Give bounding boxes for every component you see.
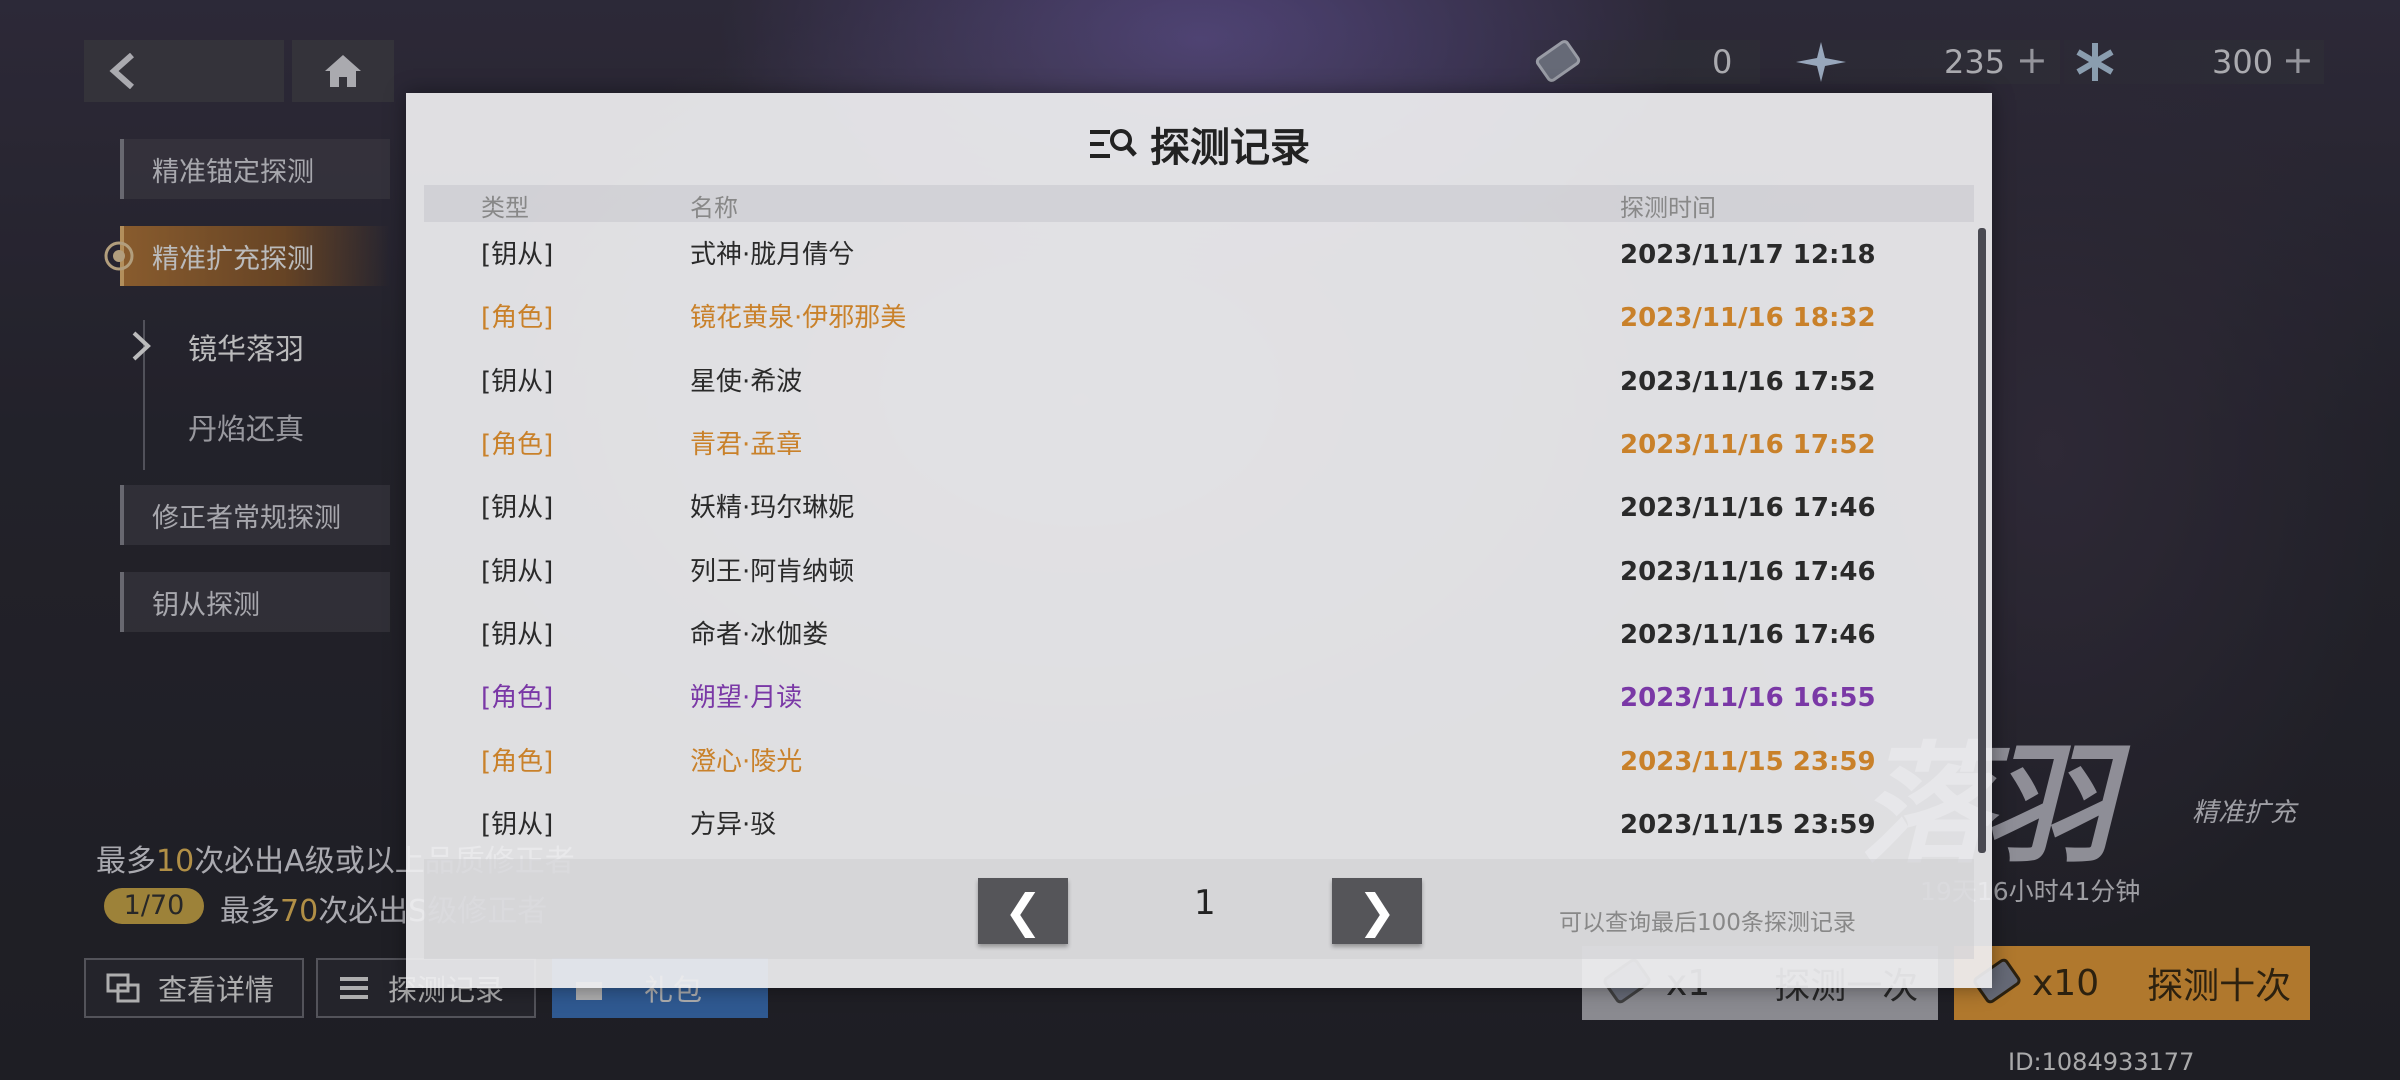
row-name: 星使·希波 xyxy=(690,367,803,397)
row-time: 2023/11/15 23:59 xyxy=(1620,810,1876,840)
row-time: 2023/11/16 17:52 xyxy=(1620,367,1876,397)
row-type: [角色] xyxy=(481,303,554,333)
column-type: 类型 xyxy=(481,194,529,222)
table-row: [钥从] 方异·驳 2023/11/15 23:59 xyxy=(406,794,1966,857)
row-type: [钥从] xyxy=(481,557,554,587)
table-header: 类型 名称 探测时间 xyxy=(424,185,1974,222)
table-row: [钥从] 列王·阿肯纳顿 2023/11/16 17:46 xyxy=(406,541,1966,604)
table-row: [钥从] 星使·希波 2023/11/16 17:52 xyxy=(406,351,1966,414)
next-page-button[interactable]: ❯ xyxy=(1332,878,1422,944)
row-name: 式神·胧月倩兮 xyxy=(690,240,855,270)
row-time: 2023/11/16 16:55 xyxy=(1620,683,1876,713)
row-type: [钥从] xyxy=(481,810,554,840)
row-type: [角色] xyxy=(481,747,554,777)
table-row: [角色] 青君·孟章 2023/11/16 17:52 xyxy=(406,414,1966,477)
records-limit-note: 可以查询最后100条探测记录 xyxy=(1559,910,1856,936)
row-name: 澄心·陵光 xyxy=(690,747,803,777)
row-time: 2023/11/16 17:46 xyxy=(1620,557,1876,587)
row-name: 列王·阿肯纳顿 xyxy=(690,557,855,587)
table-row: [钥从] 命者·冰伽娄 2023/11/16 17:46 xyxy=(406,604,1966,667)
table-row: [钥从] 式神·胧月倩兮 2023/11/17 12:18 xyxy=(406,224,1966,287)
prev-page-button[interactable]: ❮ xyxy=(978,878,1068,944)
row-time: 2023/11/17 12:18 xyxy=(1620,240,1876,270)
row-name: 方异·驳 xyxy=(690,810,777,840)
row-time: 2023/11/16 17:46 xyxy=(1620,493,1876,523)
row-type: [角色] xyxy=(481,430,554,460)
row-time: 2023/11/16 18:32 xyxy=(1620,303,1876,333)
modal-title: 探测记录 xyxy=(406,115,1992,173)
list-search-icon xyxy=(1090,129,1137,158)
row-name: 命者·冰伽娄 xyxy=(690,620,829,650)
row-time: 2023/11/16 17:52 xyxy=(1620,430,1876,460)
row-name: 妖精·玛尔琳妮 xyxy=(690,493,855,523)
row-name: 镜花黄泉·伊邪那美 xyxy=(690,303,907,333)
row-time: 2023/11/16 17:46 xyxy=(1620,620,1876,650)
row-type: [钥从] xyxy=(481,620,554,650)
table-row: [钥从] 妖精·玛尔琳妮 2023/11/16 17:46 xyxy=(406,477,1966,540)
row-name: 青君·孟章 xyxy=(690,430,803,460)
column-time: 探测时间 xyxy=(1620,194,1716,222)
row-type: [钥从] xyxy=(481,240,554,270)
table-row: [角色] 镜花黄泉·伊邪那美 2023/11/16 18:32 xyxy=(406,287,1966,350)
row-type: [钥从] xyxy=(481,493,554,523)
row-name: 朔望·月读 xyxy=(690,683,803,713)
row-type: [钥从] xyxy=(481,367,554,397)
records-modal: 探测记录 类型 名称 探测时间 [钥从] 式神·胧月倩兮 2023/11/17 … xyxy=(406,93,1992,988)
row-type: [角色] xyxy=(481,683,554,713)
records-scrollbar[interactable] xyxy=(1978,228,1986,853)
pagination-bar: ❮ 1 ❯ 可以查询最后100条探测记录 xyxy=(424,859,1974,959)
table-row: [角色] 朔望·月读 2023/11/16 16:55 xyxy=(406,667,1966,730)
table-row: [角色] 澄心·陵光 2023/11/15 23:59 xyxy=(406,731,1966,794)
column-name: 名称 xyxy=(690,194,738,222)
row-time: 2023/11/15 23:59 xyxy=(1620,747,1876,777)
page-number: 1 xyxy=(1194,883,1216,923)
modal-title-text: 探测记录 xyxy=(1150,125,1310,171)
